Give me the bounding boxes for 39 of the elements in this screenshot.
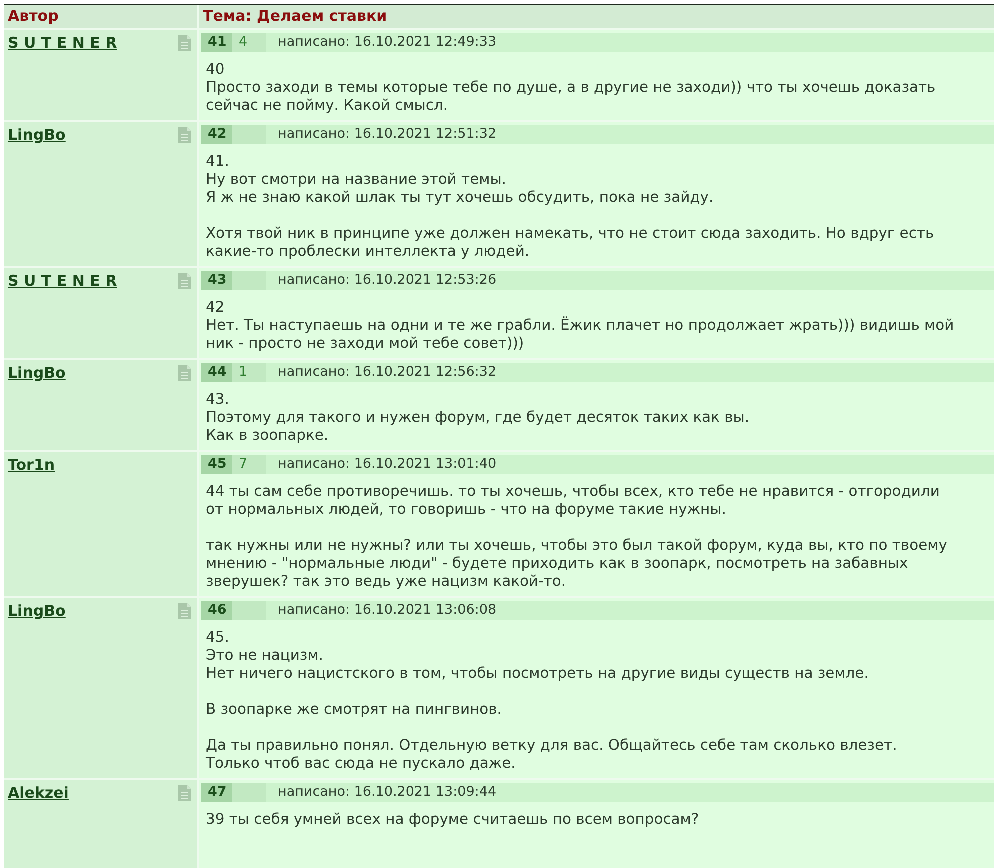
document-icon[interactable] xyxy=(178,273,191,289)
author-link[interactable]: LingBo xyxy=(8,602,66,620)
document-icon[interactable] xyxy=(178,603,191,619)
post-date: написано: 16.10.2021 12:51:32 xyxy=(278,125,497,144)
post-number: 44 xyxy=(201,363,232,382)
post-date: написано: 16.10.2021 13:01:40 xyxy=(278,455,497,474)
post-number: 42 xyxy=(201,125,232,144)
post-text: 44 ты сам себе противоречишь. то ты хочешь, чтобы всех, кто тебе не нравится - отгородили от нормальных людей, то говоришь - что на форуме такие нужны. так нужны или не нужны? или ты хочешь, чтобы это был такой форум, куда вы, кто по твоему мнению - "нормальные люди" - будете приходить как в зоопарк, посмотреть на забавных зверушек? так это ведь уже нацизм какой-то. xyxy=(206,483,948,591)
post-date: написано: 16.10.2021 12:56:32 xyxy=(278,363,497,382)
post-text: 41. Ну вот смотри на название этой темы. Я ж не знаю какой шлак ты тут хочешь обсудить, пока не зайду. Хотя твой ник в принципе уже должен намекать, что не стоит сюда заходить. Но вдруг есть какие-то проблески интеллекта у людей. xyxy=(206,153,936,261)
post-date: написано: 16.10.2021 13:06:08 xyxy=(278,601,497,620)
rating-badge: 1 xyxy=(232,363,266,382)
post-number: 45 xyxy=(201,455,232,474)
post-text: 39 ты себя умней всех на форуме считаешь по всем вопросам? xyxy=(206,811,700,829)
post-number: 47 xyxy=(201,783,232,802)
author-link[interactable]: LingBo xyxy=(8,364,66,382)
author-link[interactable]: Tor1n xyxy=(8,456,56,474)
author-link[interactable]: S U T E N E R xyxy=(8,34,118,52)
author-link[interactable]: Alekzei xyxy=(8,784,69,802)
document-icon[interactable] xyxy=(178,785,191,801)
rating-badge: 4 xyxy=(232,33,266,52)
post-date: написано: 16.10.2021 12:49:33 xyxy=(278,33,497,52)
column-header: Тема: Делаем ставки xyxy=(199,5,994,28)
author-link[interactable]: S U T E N E R xyxy=(8,272,118,290)
post-text: 43. Поэтому для такого и нужен форум, где будет десяток таких как вы. Как в зоопарке. xyxy=(206,391,751,445)
author-link[interactable]: LingBo xyxy=(8,126,66,144)
rating-badge: 7 xyxy=(232,455,266,474)
post-number: 41 xyxy=(201,33,232,52)
column-header: Автор xyxy=(4,5,197,28)
post-text: 42 Нет. Ты наступаешь на одни и те же грабли. Ёжик плачет но продолжает жрать))) видишь мой ник - просто не заходи мой тебе совет))) xyxy=(206,299,956,353)
post-number: 43 xyxy=(201,271,232,290)
post-number: 46 xyxy=(201,601,232,620)
post-date: написано: 16.10.2021 13:09:44 xyxy=(278,783,497,802)
post-text: 45. Это не нацизм. Нет ничего нацистского в том, чтобы посмотреть на другие виды существ на земле. В зоопарке же смотрят на пингвинов. Да ты правильно понял. Отдельную ветку для вас. Общайтесь себе там сколько влезет. Только чтоб вас сюда не пускало даже. xyxy=(206,629,898,773)
document-icon[interactable] xyxy=(178,127,191,143)
document-icon[interactable] xyxy=(178,35,191,51)
document-icon[interactable] xyxy=(178,365,191,381)
post-date: написано: 16.10.2021 12:53:26 xyxy=(278,271,497,290)
post-text: 40 Просто заходи в темы которые тебе по душе, а в другие не заходи)) что ты хочешь доказать сейчас не пойму. Какой смысл. xyxy=(206,61,937,115)
